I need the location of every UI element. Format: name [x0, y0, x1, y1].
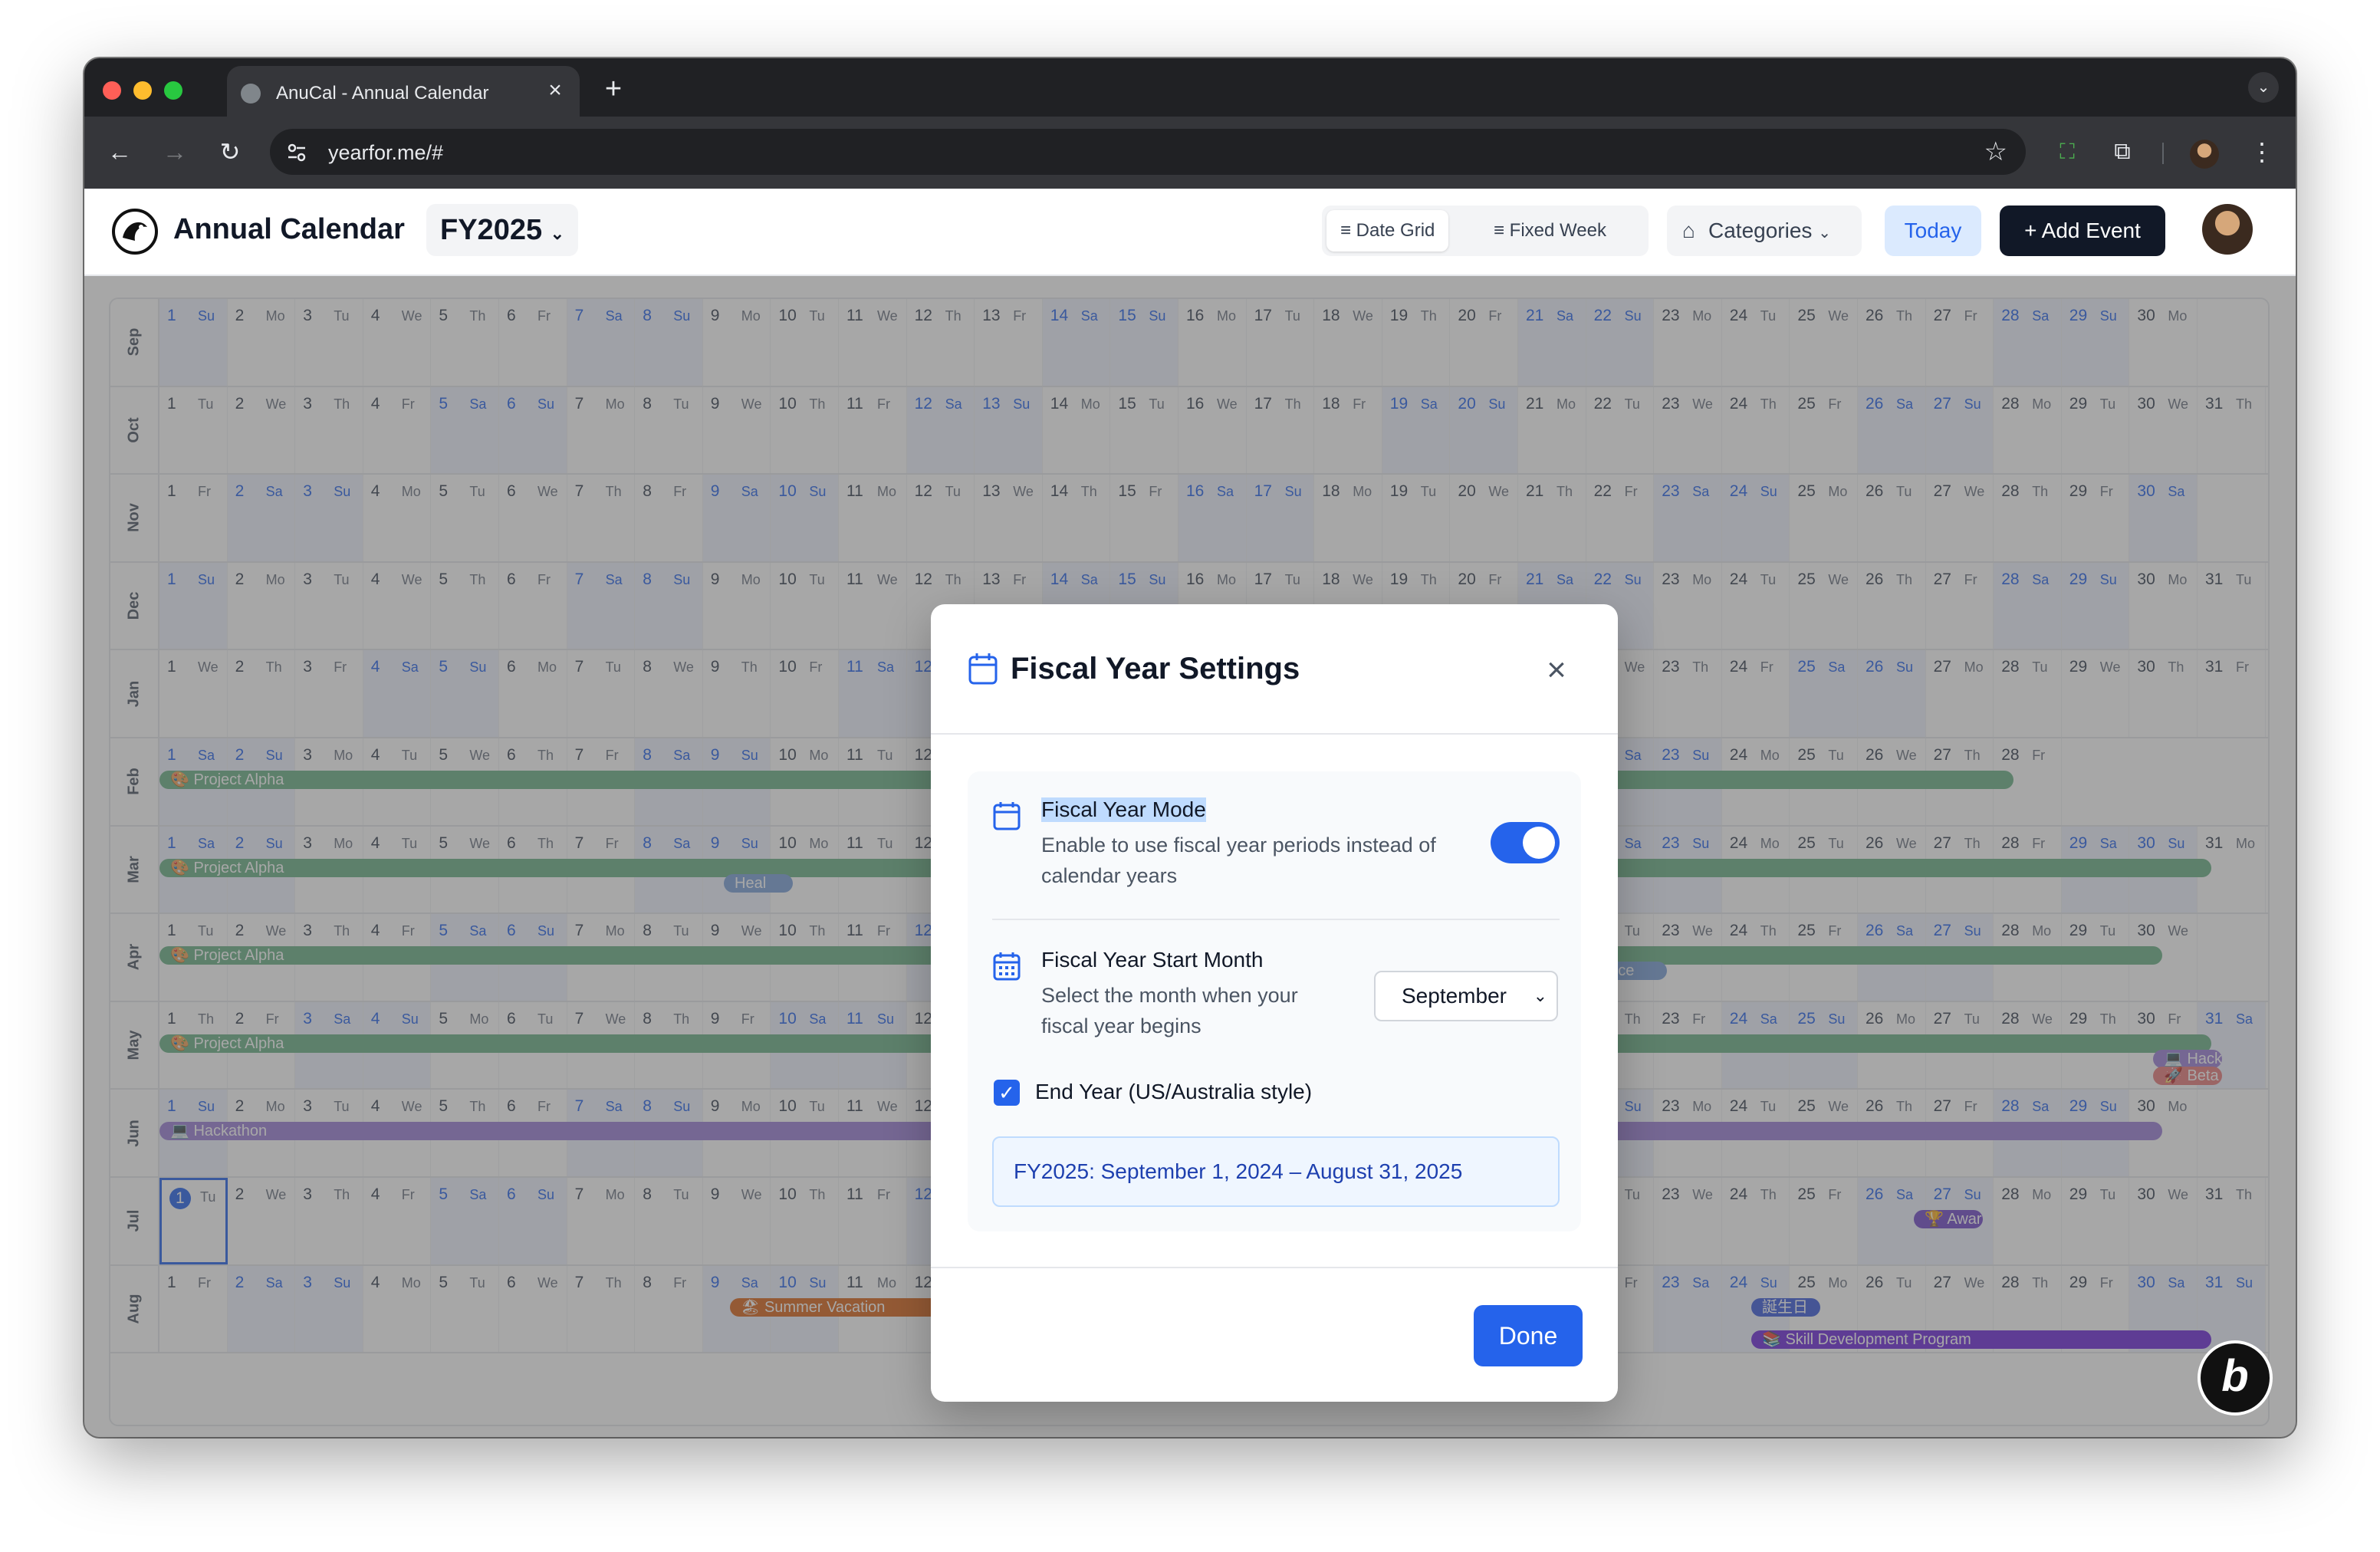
user-avatar[interactable] — [2202, 204, 2253, 255]
panel-divider — [992, 919, 1560, 920]
profile-avatar[interactable] — [2190, 140, 2219, 169]
chevron-down-icon: ⌄ — [1818, 225, 1831, 242]
tab-search-chevron-icon[interactable]: ⌄ — [2248, 72, 2279, 103]
reload-icon[interactable]: ↻ — [215, 136, 245, 167]
browser-tab[interactable]: AnuCal - Annual Calendar × — [227, 66, 580, 117]
fiscal-year-start-desc-1: Select the month when your — [1041, 984, 1298, 1007]
start-month-select[interactable]: September ⌄ — [1374, 971, 1558, 1021]
screenshot-icon[interactable]: ⛶ — [2052, 136, 2082, 167]
chevron-down-icon: ⌄ — [1533, 986, 1547, 1005]
globe-icon — [241, 84, 261, 104]
calendar-days-icon — [993, 952, 1021, 981]
forward-arrow-icon[interactable]: → — [159, 136, 190, 167]
fiscal-year-mode-toggle[interactable] — [1491, 822, 1560, 863]
more-menu-icon[interactable]: ⋮ — [2247, 136, 2277, 167]
fiscal-year-mode-desc-2: calendar years — [1041, 864, 1178, 887]
fiscal-year-mode-label: Fiscal Year Mode — [1041, 797, 1206, 822]
browser-window: AnuCal - Annual Calendar × + ⌄ ← → ↻ yea… — [84, 58, 2296, 1437]
extensions-icon[interactable]: ⧉ — [2107, 136, 2138, 167]
today-button[interactable]: Today — [1885, 206, 1981, 256]
tab-fixed-week-label: Fixed Week — [1509, 220, 1606, 241]
new-tab-button[interactable]: + — [598, 74, 629, 104]
start-month-value: September — [1402, 984, 1507, 1008]
chevron-down-icon: ⌄ — [550, 224, 565, 243]
tag-icon: ⌂ — [1682, 219, 1695, 242]
list-icon: ≡ — [1340, 220, 1356, 241]
window-maximize-button[interactable] — [164, 81, 182, 100]
fiscal-year-button[interactable]: FY2025 ⌄ — [426, 204, 579, 256]
tab-title: AnuCal - Annual Calendar — [276, 83, 489, 104]
fiscal-year-settings-modal: Fiscal Year Settings × Fiscal Year Mode … — [931, 604, 1618, 1402]
fiscal-year-start-label: Fiscal Year Start Month — [1041, 948, 1264, 972]
bookmark-star-icon[interactable]: ☆ — [1984, 136, 2007, 167]
close-icon[interactable]: × — [1537, 650, 1576, 690]
site-settings-icon[interactable] — [285, 141, 308, 164]
toolbar-divider — [2162, 143, 2164, 164]
window-minimize-button[interactable] — [133, 81, 152, 100]
back-arrow-icon[interactable]: ← — [104, 136, 135, 167]
calendar-icon — [993, 802, 1021, 830]
done-button[interactable]: Done — [1474, 1305, 1583, 1366]
modal-footer-divider — [931, 1267, 1618, 1268]
toggle-knob — [1523, 827, 1555, 859]
modal-header: Fiscal Year Settings × — [931, 604, 1618, 735]
tab-date-grid[interactable]: ≡ Date Grid — [1326, 210, 1449, 252]
end-year-label: End Year (US/Australia style) — [1035, 1080, 1313, 1103]
browser-toolbar: ← → ↻ yearfor.me/# ☆ ⛶ ⧉ ⋮ — [84, 117, 2296, 189]
bolt-badge-icon[interactable]: b — [2198, 1340, 2273, 1416]
modal-title: Fiscal Year Settings — [1011, 652, 1300, 686]
app-title: Annual Calendar — [173, 213, 405, 245]
fiscal-year-start-desc-2: fiscal year begins — [1041, 1014, 1202, 1037]
window-close-button[interactable] — [103, 81, 121, 100]
app-root: Annual Calendar FY2025 ⌄ ≡ Date Grid ≡ F… — [84, 189, 2296, 1437]
end-year-checkbox[interactable]: ✓ — [994, 1080, 1020, 1106]
settings-panel: Fiscal Year Mode Enable to use fiscal ye… — [968, 771, 1581, 1231]
fiscal-year-summary: FY2025: September 1, 2024 – August 31, 2… — [992, 1136, 1560, 1207]
app-logo-icon — [112, 209, 158, 255]
fiscal-year-label: FY2025 — [440, 214, 543, 246]
url-text: yearfor.me/# — [328, 141, 444, 164]
app-header: Annual Calendar FY2025 ⌄ ≡ Date Grid ≡ F… — [84, 189, 2296, 276]
address-bar[interactable]: yearfor.me/# ☆ — [270, 129, 2026, 175]
add-event-button[interactable]: + Add Event — [2000, 206, 2165, 256]
list-icon: ≡ — [1494, 220, 1510, 241]
tab-date-grid-label: Date Grid — [1356, 220, 1435, 241]
categories-button[interactable]: ⌂ Categories ⌄ — [1667, 206, 1862, 256]
calendar-icon — [968, 653, 998, 685]
close-tab-icon[interactable]: × — [541, 77, 569, 104]
view-switcher: ≡ Date Grid ≡ Fixed Week — [1322, 206, 1649, 256]
categories-label: Categories — [1708, 219, 1813, 242]
fiscal-year-mode-desc-1: Enable to use fiscal year periods instea… — [1041, 834, 1436, 857]
tab-fixed-week[interactable]: ≡ Fixed Week — [1480, 210, 1620, 252]
